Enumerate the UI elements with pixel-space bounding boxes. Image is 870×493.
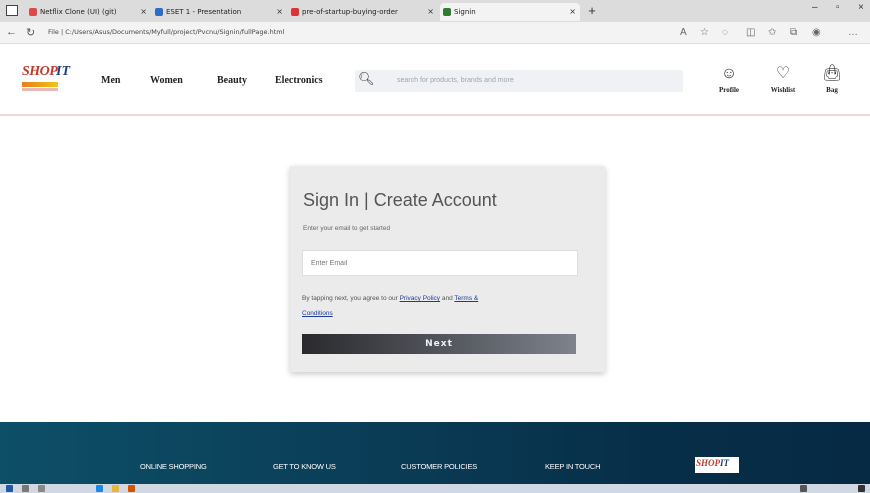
- signin-title: Sign In | Create Account: [303, 190, 497, 210]
- app-taskbar-icon[interactable]: [128, 485, 135, 492]
- main-content: Sign In | Create Account Enter your emai…: [0, 118, 870, 422]
- footer-logo-it: IT: [720, 458, 729, 468]
- wishlist-label: Wishlist: [770, 86, 796, 94]
- nav-item-men[interactable]: Men: [101, 75, 120, 86]
- footer-online-shopping: ONLINE SHOPPING: [140, 462, 207, 471]
- footer-keep-in-touch: KEEP IN TOUCH: [545, 462, 601, 471]
- search-icon[interactable]: 🔍︎: [358, 71, 375, 87]
- browser-address-bar: ← ↻ File | C:/Users/Asus/Documents/Myful…: [0, 22, 870, 44]
- privacy-policy-link[interactable]: Privacy Policy: [400, 295, 440, 302]
- user-icon: ☺: [720, 65, 738, 82]
- tab-label: ESET 1 - Presentation: [166, 8, 242, 16]
- favorites-bar-icon[interactable]: ✩: [768, 27, 776, 38]
- signin-card: Sign In | Create Account Enter your emai…: [290, 166, 605, 372]
- tab-close-icon[interactable]: ×: [140, 7, 147, 16]
- logo-underline: [22, 82, 58, 87]
- profile-browser-icon[interactable]: ◉: [812, 27, 821, 38]
- bag-button[interactable]: 👜︎ Bag: [814, 64, 850, 94]
- logo-shop-text: SHOP: [22, 64, 58, 79]
- next-button[interactable]: Next: [302, 334, 576, 354]
- tab-favicon-icon: [155, 8, 163, 16]
- folder-taskbar-icon[interactable]: [112, 485, 119, 492]
- footer-logo-shop: SHOP: [696, 458, 721, 468]
- browser-tab-bar: Netflix Clone (UI) (git) × ESET 1 - Pres…: [0, 0, 870, 22]
- bag-label: Bag: [826, 86, 838, 94]
- terms-link[interactable]: Terms &: [454, 295, 478, 302]
- more-options-icon[interactable]: …: [848, 27, 858, 38]
- refresh-tool-icon[interactable]: ◌: [722, 27, 728, 38]
- tab-label: Netflix Clone (UI) (git): [40, 8, 117, 16]
- search-input[interactable]: search for products, brands and more: [397, 77, 514, 84]
- back-icon[interactable]: ←: [6, 26, 17, 38]
- wishlist-button[interactable]: ♡ Wishlist: [765, 64, 801, 94]
- email-field[interactable]: [302, 250, 578, 276]
- browser-tab[interactable]: Netflix Clone (UI) (git) ×: [26, 3, 151, 21]
- terms-middle: and: [440, 295, 455, 302]
- browser-tab-active[interactable]: Signin ×: [440, 3, 580, 21]
- maximize-icon[interactable]: ▫: [836, 2, 840, 13]
- profile-label: Profile: [718, 86, 740, 94]
- split-screen-icon[interactable]: ◫: [746, 27, 755, 38]
- browser-tab[interactable]: pre-of-startup-buying-order ×: [288, 3, 438, 21]
- tab-favicon-icon: [443, 8, 451, 16]
- logo-underline-secondary: [22, 88, 58, 91]
- read-aloud-icon[interactable]: A: [680, 27, 687, 38]
- shopit-logo[interactable]: SHOP IT: [22, 64, 88, 92]
- signin-subtitle: Enter your email to get started: [303, 225, 391, 232]
- site-header: SHOP IT Men Women Beauty Electronics 🔍︎ …: [0, 44, 870, 116]
- search-taskbar-icon[interactable]: [22, 485, 29, 492]
- footer-logo: SHOP IT: [695, 457, 739, 473]
- nav-item-beauty[interactable]: Beauty: [217, 75, 247, 86]
- footer-get-to-know-us: GET TO KNOW US: [273, 462, 336, 471]
- notification-icon[interactable]: [858, 485, 865, 492]
- search-bar[interactable]: 🔍︎ search for products, brands and more: [355, 70, 683, 92]
- tab-favicon-icon: [291, 8, 299, 16]
- refresh-icon[interactable]: ↻: [26, 26, 35, 39]
- tab-close-icon[interactable]: ×: [276, 7, 283, 16]
- nav-item-electronics[interactable]: Electronics: [275, 75, 323, 86]
- collections-icon[interactable]: ⧉: [790, 27, 797, 38]
- close-window-icon[interactable]: ×: [858, 2, 864, 13]
- edge-taskbar-icon[interactable]: [96, 485, 103, 492]
- conditions-link[interactable]: Conditions: [302, 310, 333, 317]
- profile-button[interactable]: ☺ Profile: [711, 64, 747, 94]
- task-view-icon[interactable]: [38, 485, 45, 492]
- tab-label: Signin: [454, 8, 476, 16]
- bag-icon: 👜︎: [821, 65, 843, 82]
- minimize-icon[interactable]: –: [812, 2, 818, 13]
- new-tab-button[interactable]: +: [585, 4, 599, 18]
- tab-favicon-icon: [29, 8, 37, 16]
- url-text[interactable]: File | C:/Users/Asus/Documents/Myfull/pr…: [48, 28, 284, 36]
- site-footer: ONLINE SHOPPING GET TO KNOW US CUSTOMER …: [0, 422, 870, 484]
- window-menu-icon[interactable]: [6, 5, 18, 16]
- tray-icon[interactable]: [800, 485, 807, 492]
- browser-tab[interactable]: ESET 1 - Presentation ×: [152, 3, 287, 21]
- tab-close-icon[interactable]: ×: [427, 7, 434, 16]
- logo-it-text: IT: [56, 64, 70, 79]
- wishlist-icon: ♡: [775, 65, 791, 82]
- favorite-icon[interactable]: ☆: [700, 27, 709, 38]
- footer-customer-policies: CUSTOMER POLICIES: [401, 462, 478, 471]
- nav-item-women[interactable]: Women: [150, 75, 183, 86]
- os-taskbar: [0, 484, 870, 493]
- terms-prefix: By tapping next, you agree to our: [302, 295, 400, 302]
- tab-close-icon[interactable]: ×: [569, 7, 576, 16]
- tab-label: pre-of-startup-buying-order: [302, 8, 398, 16]
- start-icon[interactable]: [6, 485, 13, 492]
- terms-text: By tapping next, you agree to our Privac…: [302, 291, 592, 321]
